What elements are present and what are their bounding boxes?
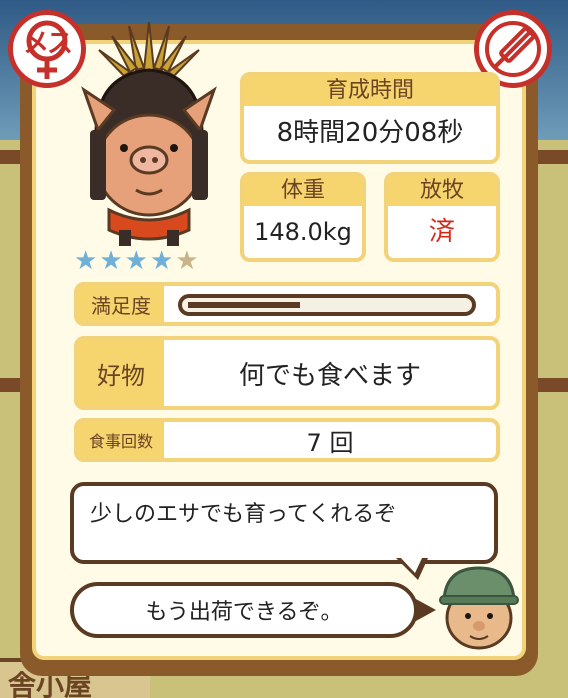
star-icon: ★ <box>99 246 123 276</box>
speech-bubble-status: もう出荷できるぞ。 <box>70 582 418 638</box>
grazing-value: 済 <box>428 217 455 247</box>
raising-time-label: 育成時間 <box>244 76 496 106</box>
syringe-icon <box>485 21 541 77</box>
weight-box: 体重 148.0kg <box>240 172 366 262</box>
speech-bubble-hint: 少しのエサでも育ってくれるぞ <box>70 482 498 564</box>
speech-bubble-tail-fill <box>399 556 423 573</box>
weight-value: 148.0kg <box>254 218 352 246</box>
grazing-box: 放牧 済 <box>384 172 500 262</box>
gender-text: メス <box>22 28 73 59</box>
speech-bubble-tail <box>414 598 436 622</box>
satisfaction-label: 満足度 <box>78 286 164 322</box>
satisfaction-row: 満足度 <box>74 282 500 326</box>
raising-time-box: 育成時間 8時間20分08秒 <box>240 72 500 164</box>
weight-label: 体重 <box>244 176 362 206</box>
star-icon: ★ <box>149 246 174 276</box>
satisfaction-bar-fill <box>188 302 300 308</box>
star-icon: ★ <box>74 246 98 276</box>
favorite-food-label: 好物 <box>78 340 164 406</box>
meal-count-row: 食事回数 7 回 <box>74 418 500 462</box>
grazing-label: 放牧 <box>388 176 496 206</box>
favorite-food-value: 何でも食べます <box>238 360 421 391</box>
meal-count-value: 7 回 <box>306 428 354 457</box>
star-icon: ★ <box>175 246 199 276</box>
raising-time-value: 8時間20分08秒 <box>276 118 464 148</box>
rarity-stars: ★ ★ ★ ★ ★ <box>74 248 199 274</box>
star-icon: ★ <box>124 246 148 276</box>
meal-count-label: 食事回数 <box>78 422 164 458</box>
pig-avatar <box>81 21 217 246</box>
satisfaction-bar <box>178 294 476 316</box>
favorite-food-row: 好物 何でも食べます <box>74 336 500 410</box>
farmer-avatar <box>439 566 519 650</box>
speech-bubble-status-text: もう出荷できるぞ。 <box>145 600 343 625</box>
